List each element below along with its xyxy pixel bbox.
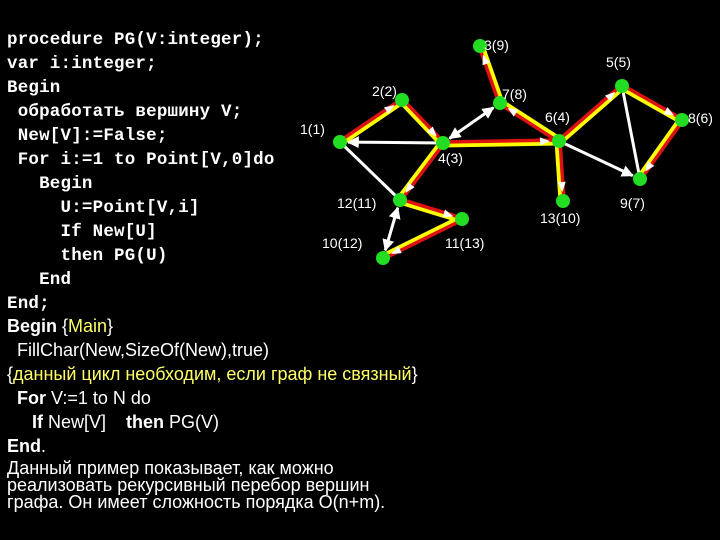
- graph-tree-edge: [639, 119, 685, 181]
- graph-edge-non-tree: [338, 140, 402, 202]
- graph-tree-edge: [399, 197, 463, 220]
- graph-edge-non-tree: [382, 206, 401, 252]
- graph-tree-edge-outline: [396, 140, 444, 201]
- graph-diagram: 1(1) 2(2) 3(9) 4(3) 5(5) 6(4) 7(8) 8(6) 9(7) 10(1…: [300, 37, 713, 265]
- graph-node: [633, 172, 647, 186]
- graph-node: [333, 135, 347, 149]
- graph-node: [436, 136, 450, 150]
- graph-node-label: 5(5): [606, 54, 631, 70]
- graph-node: [675, 113, 689, 127]
- graph-tree-edge-outline: [619, 85, 683, 124]
- graph-edge-non-tree: [346, 136, 444, 149]
- graph-tree-edge: [338, 97, 403, 143]
- graph-tree-edge: [477, 45, 501, 104]
- graph-node: [393, 193, 407, 207]
- graph-node: [376, 251, 390, 265]
- graph-node-label: 3(9): [484, 37, 509, 53]
- graph-node-label: 2(2): [372, 83, 397, 99]
- graph-edge-non-tree: [620, 85, 642, 180]
- graph-tree-edge-outline: [636, 117, 683, 180]
- graph-node: [455, 212, 469, 226]
- graph-node-label: 12(11): [337, 195, 376, 211]
- graph-tree-edge-outline: [479, 44, 505, 104]
- graph-edge-non-tree: [448, 106, 495, 140]
- graph-node-label: 9(7): [620, 195, 645, 211]
- graph-node: [552, 134, 566, 148]
- graph-edge-non-tree: [558, 139, 634, 177]
- graph-node-label: 8(6): [688, 110, 713, 126]
- graph-tree-edge-outline: [398, 199, 463, 224]
- graph-node-label: 7(8): [502, 86, 527, 102]
- graph-tree-edge: [621, 83, 684, 121]
- graph-node-label: 6(4): [545, 109, 570, 125]
- graph-tree-edge: [401, 98, 445, 144]
- graph-node-label: 4(3): [438, 150, 463, 166]
- graph-node: [395, 93, 409, 107]
- graph-node-label: 11(13): [445, 235, 484, 251]
- graph-node: [615, 79, 629, 93]
- graph-tree-edge-outline: [398, 99, 444, 147]
- graph-node-label: 10(12): [322, 235, 362, 251]
- graph-node-label: 13(10): [540, 210, 580, 226]
- graph-tree-edge-outline: [339, 99, 405, 146]
- graph-node: [556, 194, 570, 208]
- graph-node-label: 1(1): [300, 121, 325, 137]
